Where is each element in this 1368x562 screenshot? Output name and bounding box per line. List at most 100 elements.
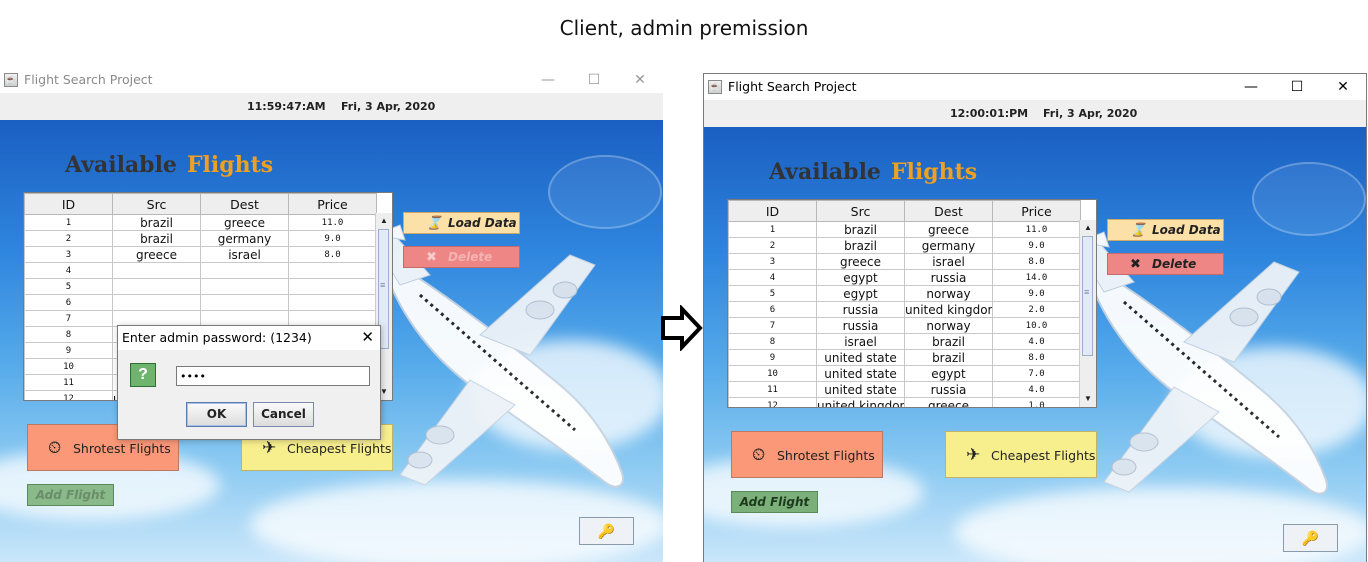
vertical-scrollbar[interactable]: ▲ ▼ [1079,220,1096,407]
cell-src: united state [816,365,905,382]
cell-price: 9.0 [992,285,1081,302]
flights-table[interactable]: ID Src Dest Price 1 brazil greece 11.0 2… [727,199,1097,408]
cell-id: 5 [24,278,113,295]
scroll-down-arrow-icon[interactable]: ▼ [1080,391,1096,407]
load-data-button[interactable]: ⌛ Load Data [1107,219,1224,241]
cheapest-flights-label: Cheapest Flights [287,441,392,456]
right-arrow-icon [661,305,703,351]
admin-key-button[interactable]: 🔑 [1283,524,1338,552]
java-cup-icon: ☕ [708,80,722,94]
cell-id: 7 [24,310,113,327]
cancel-button[interactable]: Cancel [253,402,314,427]
cell-dest: egypt [904,365,993,382]
add-flight-button[interactable]: Add Flight [27,484,114,506]
column-header-src[interactable]: Src [816,200,905,222]
cell-src: greece [112,246,201,263]
loading-spinner-icon: ⌛ [1130,223,1147,238]
cheapest-flights-button[interactable]: ✈ Cheapest Flights [945,431,1097,478]
column-header-id[interactable]: ID [24,193,113,215]
table-row[interactable]: 1 brazil greece 11.0 [728,221,1081,238]
shortest-flights-button[interactable]: ⏲ Shrotest Flights [731,431,883,478]
dialog-close-icon[interactable]: ✕ [361,328,374,346]
table-row[interactable]: 8 israel brazil 4.0 [728,333,1081,350]
cell-dest: norway [904,285,993,302]
cell-price: 10.0 [992,317,1081,334]
ok-button[interactable]: OK [186,402,247,427]
clock-icon: ⏲ [752,445,766,465]
key-icon: 🔑 [1301,530,1320,546]
cell-price: 4.0 [992,333,1081,350]
column-header-dest[interactable]: Dest [904,200,993,222]
minimize-button[interactable]: — [525,67,571,93]
minimize-button[interactable]: — [1228,74,1274,100]
column-header-dest[interactable]: Dest [200,193,289,215]
cell-id: 8 [728,333,817,350]
airplane-icon: ✈ [966,445,981,465]
scroll-thumb[interactable] [1082,236,1093,356]
cell-id: 12 [728,397,817,407]
admin-key-button[interactable]: 🔑 [579,517,634,545]
load-data-button[interactable]: ⌛ Load Data [403,212,520,234]
delete-button[interactable]: ✖ Delete [1107,253,1224,275]
password-input[interactable] [176,366,370,386]
cell-price [288,262,377,279]
close-button[interactable]: ✕ [1320,74,1366,100]
table-row[interactable]: 3 greece israel 8.0 [728,253,1081,270]
clock-date: Fri, 3 Apr, 2020 [1043,107,1138,120]
table-row[interactable]: 11 united state russia 4.0 [728,381,1081,398]
main-panel: Available Flights ID Src Dest Price 1 bra… [704,127,1366,562]
column-header-id[interactable]: ID [728,200,817,222]
table-row[interactable]: 5 [24,278,377,295]
cell-dest: germany [904,237,993,254]
table-row[interactable]: 12 united kingdom greece 1.0 [728,397,1081,407]
maximize-button[interactable]: ☐ [1274,74,1320,100]
title-bar: ☕ Flight Search Project — ☐ ✕ [704,74,1366,100]
cell-price: 8.0 [992,253,1081,270]
column-header-price[interactable]: Price [288,193,377,215]
cell-src: russia [816,301,905,318]
table-row[interactable]: 1 brazil greece 11.0 [24,214,377,231]
add-flight-button[interactable]: Add Flight [731,491,818,513]
page-title: Client, admin premission [559,16,809,40]
status-bar: 12:00:01:PM Fri, 3 Apr, 2020 [704,100,1366,127]
cell-src: israel [816,333,905,350]
delete-button[interactable]: ✖ Delete [403,246,520,268]
clock-icon: ⏲ [48,438,62,458]
table-row[interactable]: 7 russia norway 10.0 [728,317,1081,334]
cell-src: egypt [816,285,905,302]
table-row[interactable]: 2 brazil germany 9.0 [24,230,377,247]
scroll-up-arrow-icon[interactable]: ▲ [376,213,392,229]
scroll-up-arrow-icon[interactable]: ▲ [1080,220,1096,236]
cell-id: 3 [728,253,817,270]
cell-price: 11.0 [992,221,1081,238]
column-header-price[interactable]: Price [992,200,1081,222]
column-header-src[interactable]: Src [112,193,201,215]
table-header-row: ID Src Dest Price [728,200,1081,222]
cell-price: 8.0 [288,246,377,263]
table-row[interactable]: 10 united state egypt 7.0 [728,365,1081,382]
airplane-icon: ✈ [262,438,277,458]
cell-dest: brazil [904,333,993,350]
cell-dest: brazil [904,349,993,366]
cell-price: 4.0 [992,381,1081,398]
close-button[interactable]: ✕ [617,67,663,93]
clock-time: 11:59:47:AM [247,100,326,113]
cell-price: 14.0 [992,269,1081,286]
cell-src: united state [816,349,905,366]
table-row[interactable]: 4 egypt russia 14.0 [728,269,1081,286]
table-row[interactable]: 3 greece israel 8.0 [24,246,377,263]
cell-id: 6 [728,301,817,318]
cell-id: 6 [24,294,113,311]
flight-window-client: ☕ Flight Search Project — ☐ ✕ 11:59:47:A… [0,67,663,562]
table-row[interactable]: 6 russia united kingdom 2.0 [728,301,1081,318]
table-row[interactable]: 6 [24,294,377,311]
load-data-label: Load Data [448,216,517,230]
table-row[interactable]: 4 [24,262,377,279]
table-row[interactable]: 5 egypt norway 9.0 [728,285,1081,302]
clock-date: Fri, 3 Apr, 2020 [341,100,436,113]
cell-dest: greece [200,214,289,231]
table-row[interactable]: 2 brazil germany 9.0 [728,237,1081,254]
cell-dest: russia [904,269,993,286]
maximize-button[interactable]: ☐ [571,67,617,93]
table-row[interactable]: 9 united state brazil 8.0 [728,349,1081,366]
